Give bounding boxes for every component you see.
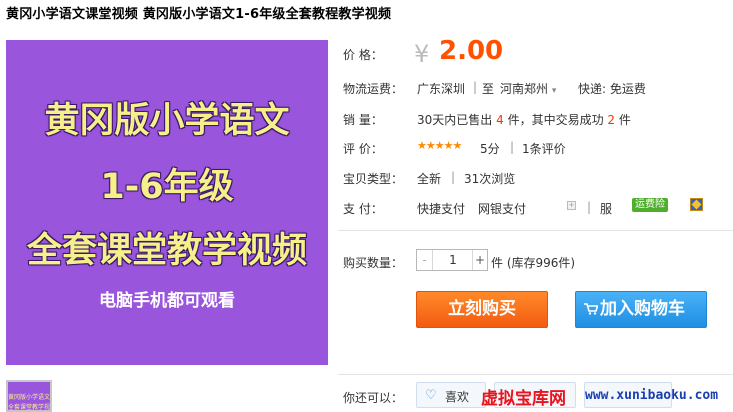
expand-icon[interactable]: +: [567, 201, 576, 210]
shipping-destination-select[interactable]: 河南郑州 ▾: [500, 80, 556, 97]
service-label: 服: [600, 202, 613, 216]
image-text-line1: 黄冈版小学语文: [44, 101, 290, 141]
favorite-button[interactable]: ♡ 喜欢: [416, 382, 486, 408]
shipping-to-word: 至: [482, 82, 495, 96]
shipping-origin: 广东深圳: [417, 82, 466, 96]
image-text-line3: 全套课堂教学视频: [26, 231, 307, 271]
section-divider: [338, 230, 733, 231]
watermark-text: 虚拟宝库网: [481, 389, 566, 409]
condition-type: 全新: [417, 172, 442, 186]
thumb-text-line1: 黄冈版小学语文: [8, 394, 51, 401]
shield-icon[interactable]: [690, 198, 703, 211]
sales-label: 销 量：: [343, 113, 383, 127]
payment-method-quick: 快捷支付: [417, 202, 466, 216]
sales-suffix: 件: [618, 113, 631, 127]
quantity-decrease-button[interactable]: -: [417, 250, 433, 270]
payment-separator: |: [587, 200, 592, 214]
condition-label: 宝贝类型：: [343, 172, 404, 186]
heart-icon: ♡: [425, 388, 437, 403]
sales-sold-count: 4: [496, 113, 504, 127]
product-thumbnail[interactable]: 黄冈版小学语文 全套课堂教学视频: [6, 380, 52, 412]
shipping-destination: 河南郑州: [500, 82, 549, 96]
rating-separator: |: [510, 140, 515, 154]
stock-info: 件 (库存996件): [491, 256, 576, 270]
watermark-url: www.xunibaoku.com: [585, 388, 719, 403]
price-currency: ¥: [414, 40, 430, 68]
sales-success-count: 2: [607, 113, 616, 127]
sales-mid: 件，其中交易成功: [507, 113, 604, 127]
rating-stars: ★★★★★: [417, 139, 462, 152]
chevron-down-icon: ▾: [551, 86, 557, 96]
product-title: 黄冈小学语文课堂视频 黄冈版小学语文1-6年级全套教程教学视频: [6, 7, 392, 22]
thumb-text-line2: 全套课堂教学视频: [8, 404, 52, 411]
price-value: 2.00: [439, 36, 504, 66]
image-text-line2: 1-6年级: [100, 167, 234, 207]
payment-label: 支 付：: [343, 202, 383, 216]
shipping-label: 物流运费：: [343, 82, 404, 96]
quantity-stepper[interactable]: - +: [416, 249, 488, 271]
quantity-label: 购买数量：: [343, 256, 404, 270]
shipping-courier: 快递: 免运费: [578, 82, 646, 96]
cart-icon: [584, 303, 598, 315]
section-divider: [338, 374, 733, 375]
quantity-increase-button[interactable]: +: [472, 250, 487, 270]
shipping-separator: |: [473, 80, 478, 94]
quantity-input[interactable]: [434, 250, 472, 270]
payment-method-bank: 网银支付: [478, 202, 527, 216]
sales-prefix: 30天内已售出: [417, 113, 493, 127]
sales-info: 30天内已售出 4 件，其中交易成功 2 件: [417, 111, 631, 128]
more-actions-label: 你还可以：: [343, 391, 404, 405]
reviews-link[interactable]: 1条评价: [522, 140, 566, 157]
price-label: 价 格：: [343, 48, 383, 62]
view-count: 31次浏览: [464, 172, 516, 186]
favorite-label: 喜欢: [445, 390, 470, 404]
rating-score: 5分: [480, 142, 500, 156]
buy-now-button[interactable]: 立刻购买: [416, 291, 548, 328]
add-to-cart-button[interactable]: 加入购物车: [575, 291, 707, 328]
shipping-insurance-badge[interactable]: 运费险: [632, 198, 668, 212]
rating-label: 评 价：: [343, 142, 383, 156]
condition-separator: |: [451, 170, 456, 184]
image-text-line4: 电脑手机都可观看: [99, 291, 235, 311]
product-main-image[interactable]: 黄冈版小学语文 1-6年级 全套课堂教学视频 电脑手机都可观看: [6, 40, 328, 365]
add-to-cart-label: 加入购物车: [600, 299, 685, 319]
